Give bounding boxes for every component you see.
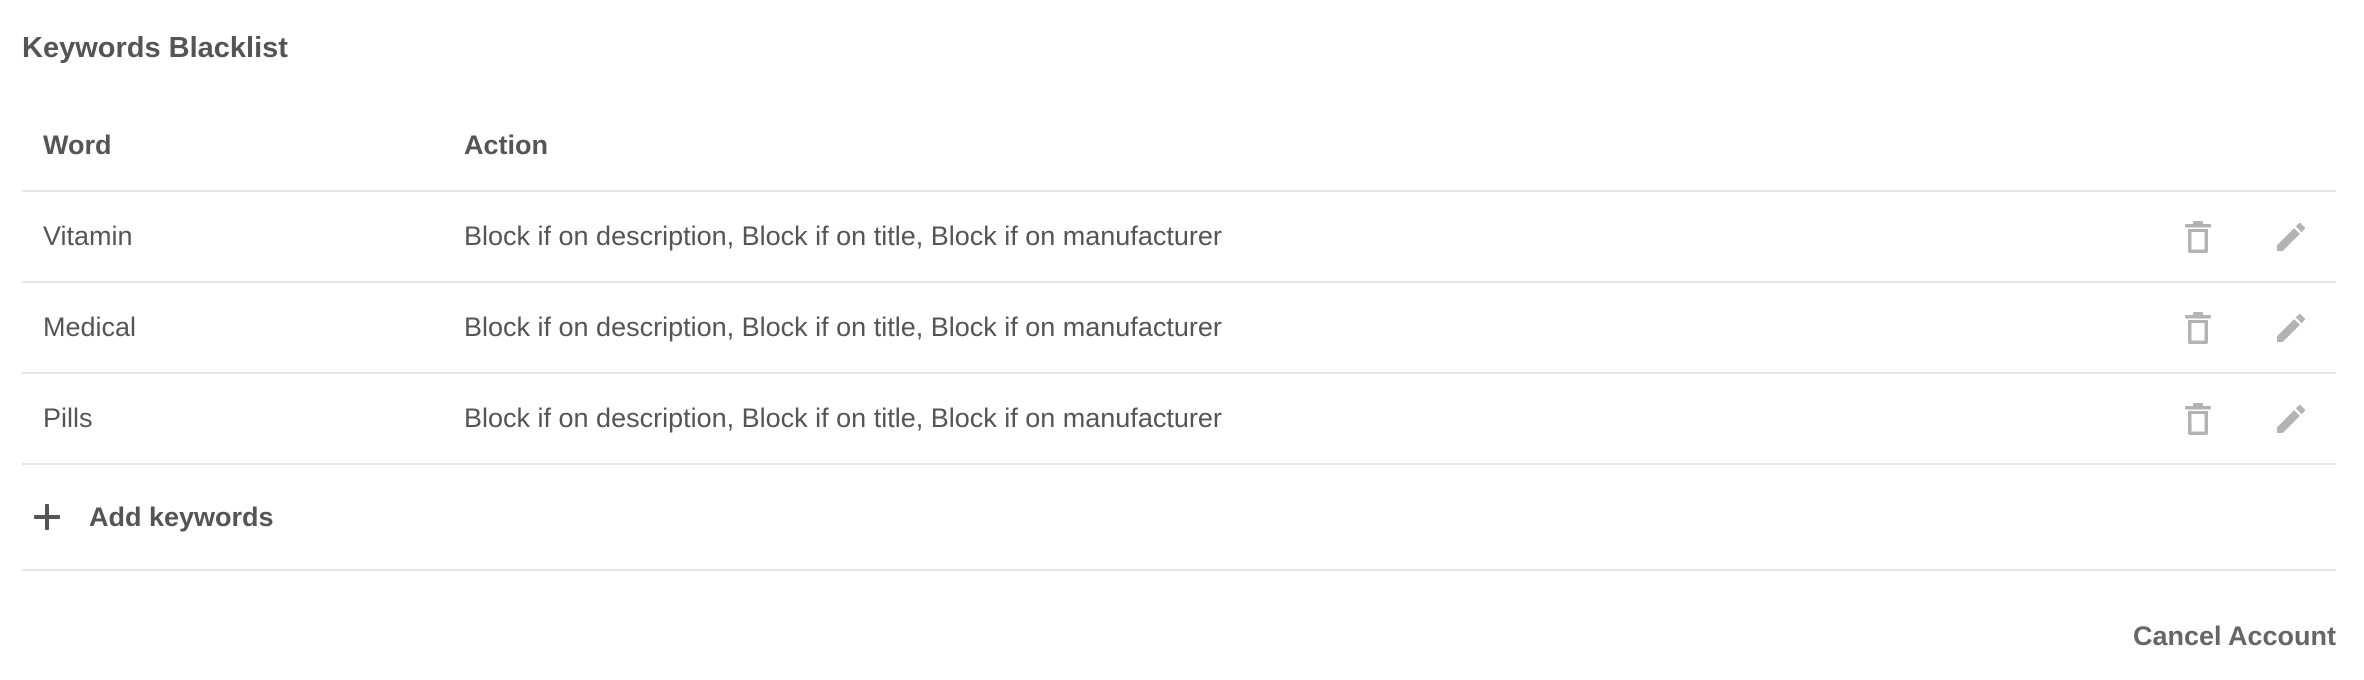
- edit-keyword-button[interactable]: [2269, 374, 2313, 463]
- add-keywords-label: Add keywords: [89, 501, 274, 532]
- keyword-action: Block if on description, Block if on tit…: [464, 312, 1222, 342]
- table-row: Vitamin Block if on description, Block i…: [22, 192, 2336, 283]
- table-row: Pills Block if on description, Block if …: [22, 374, 2336, 465]
- keyword-action: Block if on description, Block if on tit…: [464, 403, 1222, 433]
- delete-keyword-button[interactable]: [2176, 283, 2220, 372]
- keyword-action: Block if on description, Block if on tit…: [464, 221, 1222, 251]
- pencil-icon: [2277, 404, 2305, 433]
- delete-keyword-button[interactable]: [2176, 192, 2220, 281]
- table-header-row: Word Action: [22, 100, 2336, 192]
- keyword-word: Medical: [43, 312, 137, 342]
- column-header-word: Word: [43, 129, 112, 160]
- plus-icon: [34, 465, 60, 569]
- add-keywords-button[interactable]: Add keywords: [22, 465, 2336, 571]
- keywords-table: Word Action Vitamin Block if on descript…: [22, 100, 2336, 571]
- keyword-word: Pills: [43, 403, 93, 433]
- trash-icon: [2185, 402, 2211, 435]
- trash-icon: [2185, 311, 2211, 344]
- pencil-icon: [2277, 222, 2305, 251]
- edit-keyword-button[interactable]: [2269, 192, 2313, 281]
- cancel-account-link[interactable]: Cancel Account: [2133, 619, 2336, 653]
- pencil-icon: [2277, 313, 2305, 342]
- table-row: Medical Block if on description, Block i…: [22, 283, 2336, 374]
- delete-keyword-button[interactable]: [2176, 374, 2220, 463]
- edit-keyword-button[interactable]: [2269, 283, 2313, 372]
- section-title: Keywords Blacklist: [22, 32, 288, 64]
- keyword-word: Vitamin: [43, 221, 133, 251]
- column-header-action: Action: [464, 129, 548, 160]
- trash-icon: [2185, 220, 2211, 253]
- keywords-blacklist-panel: Keywords Blacklist Word Action Vitamin B…: [22, 0, 2336, 680]
